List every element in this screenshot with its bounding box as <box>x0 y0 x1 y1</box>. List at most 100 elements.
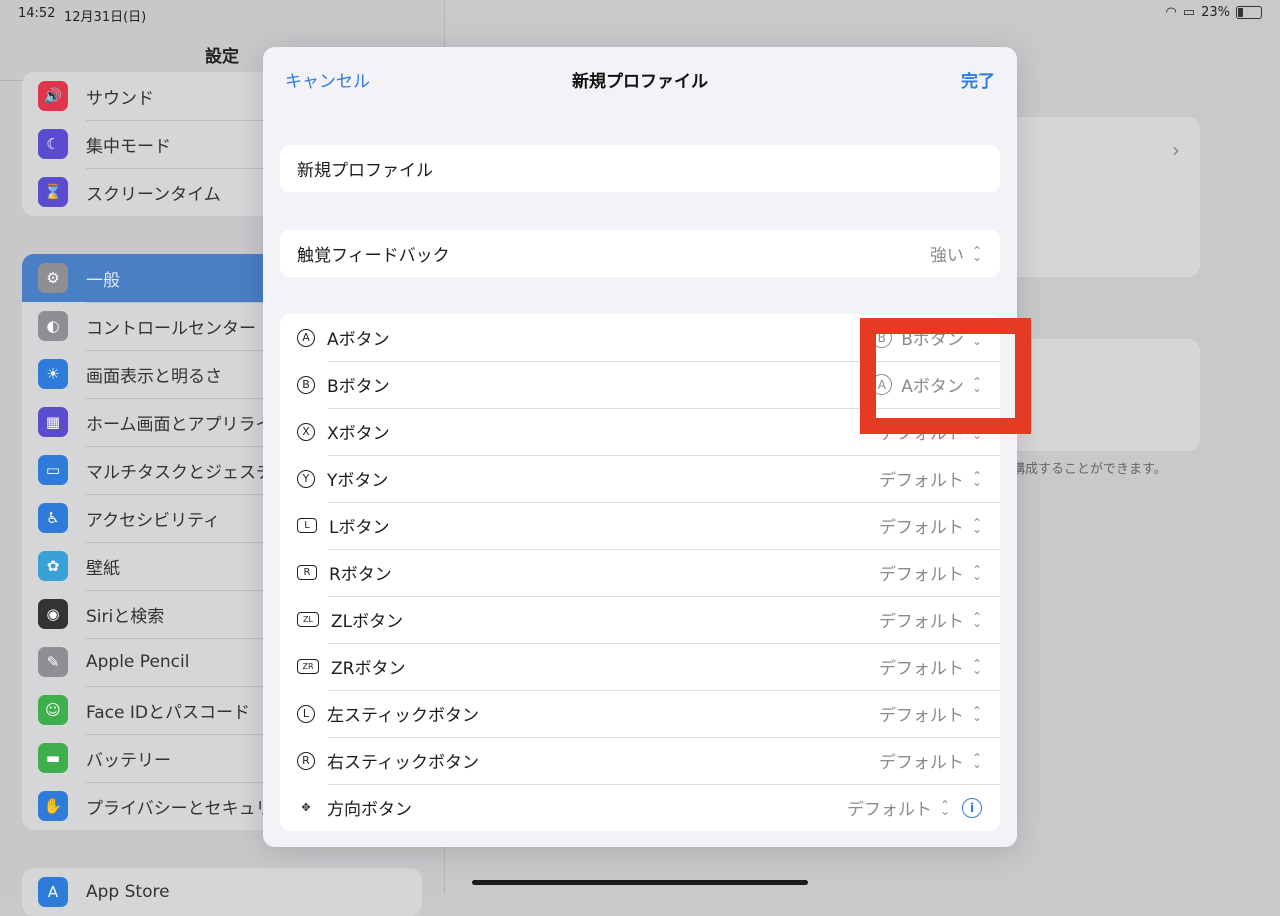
sidebar-item-label: 画面表示と明るさ <box>86 366 222 387</box>
button-mapping-value-picker[interactable]: デフォルト ⌃ ⌄ <box>879 466 982 492</box>
sidebar-item-icon: ☾ <box>38 129 68 159</box>
chevron-up-down-icon: ⌃ ⌄ <box>939 797 950 818</box>
settings-group-3: A App Store <box>22 868 422 916</box>
button-mapping-label: Lボタン <box>329 518 390 538</box>
button-mapping-row[interactable]: Y Yボタン デフォルト ⌃ ⌄ <box>280 455 1000 502</box>
chevron-up-down-icon: ⌃ ⌄ <box>971 609 982 630</box>
controller-button-icon: ZR <box>297 659 319 674</box>
button-mapping-row[interactable]: R 右スティックボタン デフォルト ⌃ ⌄ <box>280 737 1000 784</box>
haptic-value-picker[interactable]: 強い ⌃ ⌄ <box>929 241 982 267</box>
chevron-up-down-icon: ⌃ ⌄ <box>971 656 982 677</box>
sidebar-item-label: Apple Pencil <box>86 652 190 672</box>
info-icon[interactable]: i <box>962 797 982 818</box>
controller-button-icon: L <box>297 704 315 723</box>
button-mapping-value: デフォルト <box>878 518 964 538</box>
button-mapping-label: Bボタン <box>327 377 390 397</box>
status-date: 12月31日(日) <box>64 10 147 25</box>
chevron-up-down-icon: ⌃ ⌄ <box>971 750 982 771</box>
sidebar-item-icon: ◐ <box>38 311 68 341</box>
button-mapping-row[interactable]: ZR ZRボタン デフォルト ⌃ ⌄ <box>280 643 1000 690</box>
sidebar-item-icon: ✋ <box>38 791 68 821</box>
button-mapping-label: ZLボタン <box>331 612 404 632</box>
detail-note: 構成することができます。 <box>1012 462 1167 477</box>
wifi-icon: ◠ <box>1165 5 1177 20</box>
button-mapping-value: デフォルト <box>878 612 964 632</box>
chevron-right-icon: › <box>1172 138 1180 162</box>
controller-button-icon: X <box>297 422 315 441</box>
button-mapping-row[interactable]: R Rボタン デフォルト ⌃ ⌄ <box>280 549 1000 596</box>
sidebar-item-icon: ✿ <box>38 551 68 581</box>
button-mapping-label: Yボタン <box>327 471 389 491</box>
sidebar-item-label: 集中モード <box>86 136 171 157</box>
button-mapping-row[interactable]: L Lボタン デフォルト ⌃ ⌄ <box>280 502 1000 549</box>
sidebar-item-label: プライバシーとセキュリ <box>86 798 273 819</box>
sidebar-item-label: 一般 <box>86 270 120 291</box>
controller-button-icon: B <box>297 375 315 394</box>
sidebar-item-icon: ⌛ <box>38 177 68 207</box>
sidebar-item-icon: ✎ <box>38 647 68 677</box>
sidebar-item-label: App Store <box>86 882 170 902</box>
button-mapping-value: デフォルト <box>846 800 932 820</box>
sidebar-item-icon: ▬ <box>38 743 68 773</box>
button-mapping-value-picker[interactable]: デフォルト ⌃ ⌄ <box>878 607 982 633</box>
button-mapping-label: 右スティックボタン <box>327 753 479 773</box>
sidebar-item-label: Siriと検索 <box>86 606 165 627</box>
sidebar-item-label: マルチタスクとジェスチ <box>86 462 273 483</box>
button-mapping-value-picker[interactable]: デフォルト ⌃ ⌄ <box>879 701 982 727</box>
button-mapping-value: デフォルト <box>878 659 964 679</box>
cancel-button[interactable]: キャンセル <box>285 67 370 92</box>
controller-button-icon: R <box>297 565 317 580</box>
haptic-card: 触覚フィードバック 強い ⌃ ⌄ <box>280 230 1000 277</box>
done-button[interactable]: 完了 <box>961 67 995 92</box>
button-mapping-label: 方向ボタン <box>327 800 412 820</box>
sidebar-item-icon: ☀ <box>38 359 68 389</box>
button-mapping-value-picker[interactable]: デフォルト ⌃ ⌄ <box>846 795 950 821</box>
sidebar-item-icon: A <box>38 877 68 907</box>
chevron-up-down-icon: ⌃ ⌄ <box>971 243 982 264</box>
sidebar-item-icon: ▦ <box>38 407 68 437</box>
sidebar-item-icon: ♿ <box>38 503 68 533</box>
button-mapping-label: Aボタン <box>327 330 390 350</box>
sidebar-item-label: ホーム画面とアプリライ <box>86 414 273 435</box>
sidebar-item-icon: ◉ <box>38 599 68 629</box>
button-mapping-value-picker[interactable]: デフォルト ⌃ ⌄ <box>879 748 982 774</box>
sidebar-item-label: Face IDとパスコード <box>86 702 250 723</box>
profile-name-card: 新規プロファイル <box>280 145 1000 192</box>
status-right: ◠ ▭ 23% <box>1165 5 1262 20</box>
controller-button-icon: R <box>297 751 315 770</box>
sidebar-item-label: スクリーンタイム <box>86 184 221 205</box>
battery-percent: 23% <box>1201 5 1230 20</box>
button-mapping-value-picker[interactable]: デフォルト ⌃ ⌄ <box>879 560 982 586</box>
controller-button-icon: Y <box>297 469 315 488</box>
controller-button-icon: ZL <box>297 612 319 627</box>
sidebar-item-icon: ▭ <box>38 455 68 485</box>
button-mapping-row[interactable]: ZL ZLボタン デフォルト ⌃ ⌄ <box>280 596 1000 643</box>
button-mapping-row[interactable]: ✥ 方向ボタン デフォルト ⌃ ⌄ i <box>280 784 1000 831</box>
button-mapping-value-picker[interactable]: デフォルト ⌃ ⌄ <box>878 513 982 539</box>
profile-name-value: 新規プロファイル <box>297 161 433 181</box>
detail-card-1 <box>1000 117 1200 277</box>
haptic-value: 強い <box>929 246 964 266</box>
chevron-up-down-icon: ⌃ ⌄ <box>971 562 982 583</box>
sidebar-item-label: コントロールセンター <box>86 318 256 339</box>
profile-name-field[interactable]: 新規プロファイル <box>280 145 1000 192</box>
sheet-title: 新規プロファイル <box>572 72 708 92</box>
sidebar-item-icon: ☺ <box>38 695 68 725</box>
button-mapping-label: Rボタン <box>329 565 392 585</box>
chevron-up-down-icon: ⌃ ⌄ <box>971 515 982 536</box>
button-mapping-row[interactable]: L 左スティックボタン デフォルト ⌃ ⌄ <box>280 690 1000 737</box>
button-mapping-label: 左スティックボタン <box>327 706 479 726</box>
status-bar: 14:52 12月31日(日) ◠ ▭ 23% <box>0 0 1280 26</box>
controller-button-icon: A <box>297 328 315 347</box>
chevron-up-down-icon: ⌃ ⌄ <box>971 468 982 489</box>
button-mapping-value-picker[interactable]: デフォルト ⌃ ⌄ <box>878 654 982 680</box>
haptic-feedback-row[interactable]: 触覚フィードバック 強い ⌃ ⌄ <box>280 230 1000 277</box>
car-icon: ▭ <box>1182 5 1196 20</box>
battery-icon <box>1236 6 1262 19</box>
sidebar-item[interactable]: A App Store <box>22 868 422 916</box>
button-mapping-label: Xボタン <box>327 424 390 444</box>
status-time: 14:52 <box>18 6 56 21</box>
chevron-up-down-icon: ⌃ ⌄ <box>971 703 982 724</box>
controller-button-icon: ✥ <box>301 801 311 814</box>
home-indicator <box>472 880 808 885</box>
